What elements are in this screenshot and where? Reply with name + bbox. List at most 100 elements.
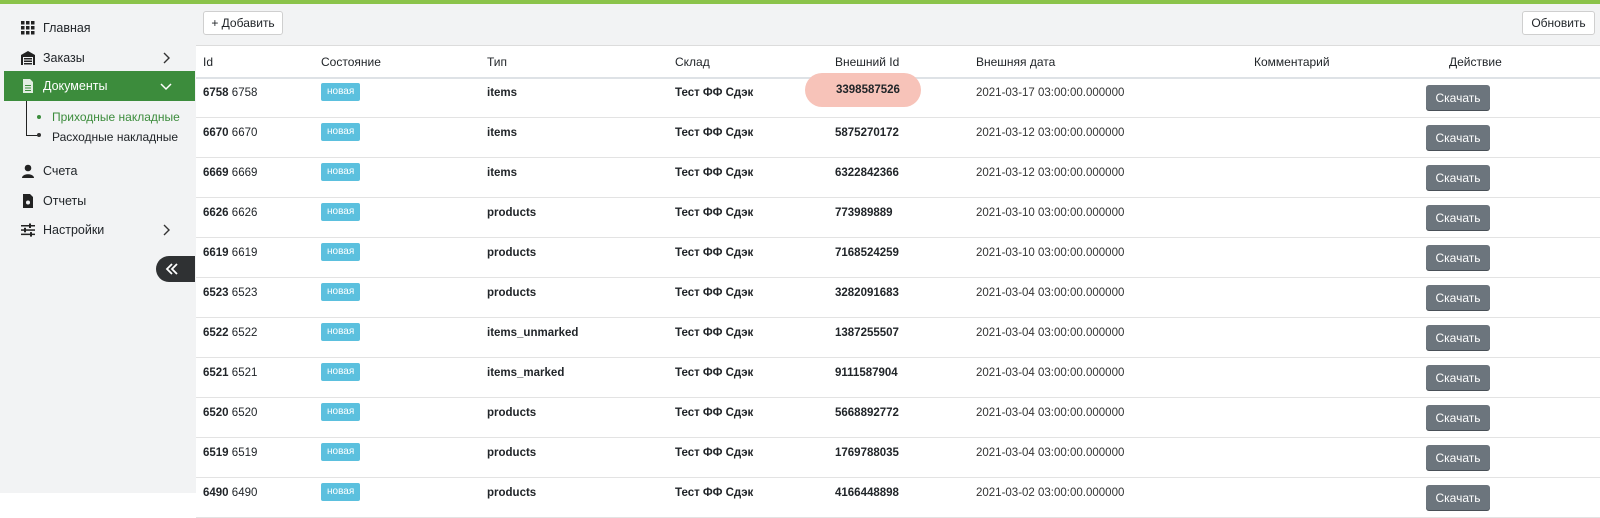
cell-external-date: 2021-03-04 03:00:00.000000 [976,327,1125,339]
chevron-right-icon [163,52,170,64]
submenu-bullet [37,115,41,119]
cell-id: 6519 6519 [203,447,257,459]
sidebar-item-label: Документы [43,79,108,93]
submenu-item-incoming-invoices[interactable]: Приходные накладные [52,110,180,124]
id-plain: 6669 [231,167,258,179]
cell-external-id: 4166448898 [835,487,899,499]
sidebar-item-reports[interactable]: Отчеты [4,186,195,216]
cell-external-date: 2021-03-02 03:00:00.000000 [976,487,1125,499]
cell-external-date: 2021-03-04 03:00:00.000000 [976,447,1125,459]
id-plain: 6519 [231,447,258,459]
cell-type: products [487,487,537,499]
toolbar: + Добавить Обновить [196,4,1600,46]
status-badge: новая [321,363,361,381]
sidebar-item-label: Настройки [43,223,105,237]
status-badge: новая [321,243,361,261]
cell-external-date: 2021-03-10 03:00:00.000000 [976,247,1125,259]
cell-warehouse: Тест ФФ Сдэк [675,87,754,99]
sidebar-collapse-button[interactable] [156,256,195,282]
id-bold: 6519 [203,447,229,459]
cell-type: items [487,127,518,139]
download-button[interactable]: Скачать [1426,85,1490,110]
sidebar-item-documents[interactable]: Документы [4,71,195,101]
status-badge: новая [321,163,361,181]
sidebar: Главная Заказы Документы Приходные накла… [0,4,196,493]
sidebar-item-accounts[interactable]: Счета [4,156,195,186]
download-button[interactable]: Скачать [1426,485,1490,510]
sidebar-item-label: Отчеты [43,194,87,208]
cell-id: 6758 6758 [203,87,257,99]
add-button[interactable]: + Добавить [203,11,283,35]
chevron-down-icon [160,83,172,91]
cell-warehouse: Тест ФФ Сдэк [675,447,754,459]
table-row: 6626 6626 новая products Тест ФФ Сдэк 773989… [196,197,1600,238]
download-button[interactable]: Скачать [1426,405,1490,430]
cell-external-date: 2021-03-12 03:00:00.000000 [976,167,1125,179]
sidebar-item-orders[interactable]: Заказы [4,43,195,73]
double-chevron-left-icon [165,263,178,275]
table-row: 6521 6521 новая items_marked Тест ФФ Сдэк 91… [196,357,1600,398]
table-row: 6670 6670 новая items Тест ФФ Сдэк 587527017… [196,117,1600,158]
table-row: 6669 6669 новая items Тест ФФ Сдэк 632284236… [196,157,1600,198]
download-button[interactable]: Скачать [1426,285,1490,310]
column-header-comment[interactable]: Комментарий [1254,55,1330,69]
cell-warehouse: Тест ФФ Сдэк [675,407,754,419]
cell-type: items_unmarked [487,327,579,339]
cell-id: 6523 6523 [203,287,257,299]
id-plain: 6670 [231,127,258,139]
sidebar-item-home[interactable]: Главная [4,13,195,43]
sidebar-item-settings[interactable]: Настройки [4,215,195,245]
id-plain: 6522 [231,327,258,339]
column-header-external-date[interactable]: Внешняя дата [976,55,1055,69]
column-header-warehouse[interactable]: Склад [675,55,710,69]
cell-warehouse: Тест ФФ Сдэк [675,487,754,499]
cell-id: 6669 6669 [203,167,257,179]
download-button[interactable]: Скачать [1426,445,1490,470]
cell-external-id: 773989889 [835,207,893,219]
submenu-item-outgoing-invoices[interactable]: Расходные накладные [52,130,178,144]
column-header-status[interactable]: Состояние [321,55,381,69]
cell-type: products [487,207,537,219]
cell-external-id: 1769788035 [835,447,899,459]
sliders-icon [21,223,35,237]
column-header-external-id[interactable]: Внешний Id [835,55,899,69]
download-button[interactable]: Скачать [1426,205,1490,230]
cell-warehouse: Тест ФФ Сдэк [675,247,754,259]
document-icon [23,79,33,93]
download-button[interactable]: Скачать [1426,165,1490,190]
download-button[interactable]: Скачать [1426,325,1490,350]
cell-type: products [487,407,537,419]
column-header-action: Действие [1449,55,1502,69]
cell-external-id: 6322842366 [835,167,899,179]
id-bold: 6490 [203,487,229,499]
cell-warehouse: Тест ФФ Сдэк [675,207,754,219]
sidebar-item-label: Главная [43,21,91,35]
cell-external-date: 2021-03-12 03:00:00.000000 [976,127,1125,139]
cell-id: 6522 6522 [203,327,257,339]
refresh-button[interactable]: Обновить [1522,11,1595,35]
warehouse-icon [21,51,35,65]
id-plain: 6619 [231,247,258,259]
cell-warehouse: Тест ФФ Сдэк [675,127,754,139]
grid-icon [21,21,35,35]
column-header-id[interactable]: Id [203,55,213,69]
cell-type: products [487,287,537,299]
cell-external-date: 2021-03-17 03:00:00.000000 [976,87,1125,99]
id-plain: 6523 [231,287,258,299]
table-row: 6522 6522 новая items_unmarked Тест ФФ Сдэк… [196,317,1600,358]
id-bold: 6626 [203,207,229,219]
status-badge: новая [321,283,361,301]
download-button[interactable]: Скачать [1426,125,1490,150]
status-badge: новая [321,123,361,141]
download-button[interactable]: Скачать [1426,245,1490,270]
cell-type: products [487,247,537,259]
cell-id: 6670 6670 [203,127,257,139]
cell-external-id: 5875270172 [835,127,899,139]
cell-type: items_marked [487,367,565,379]
id-bold: 6669 [203,167,229,179]
cell-type: items [487,87,518,99]
column-header-type[interactable]: Тип [487,55,507,69]
download-button[interactable]: Скачать [1426,365,1490,390]
cell-warehouse: Тест ФФ Сдэк [675,367,754,379]
cell-warehouse: Тест ФФ Сдэк [675,287,754,299]
